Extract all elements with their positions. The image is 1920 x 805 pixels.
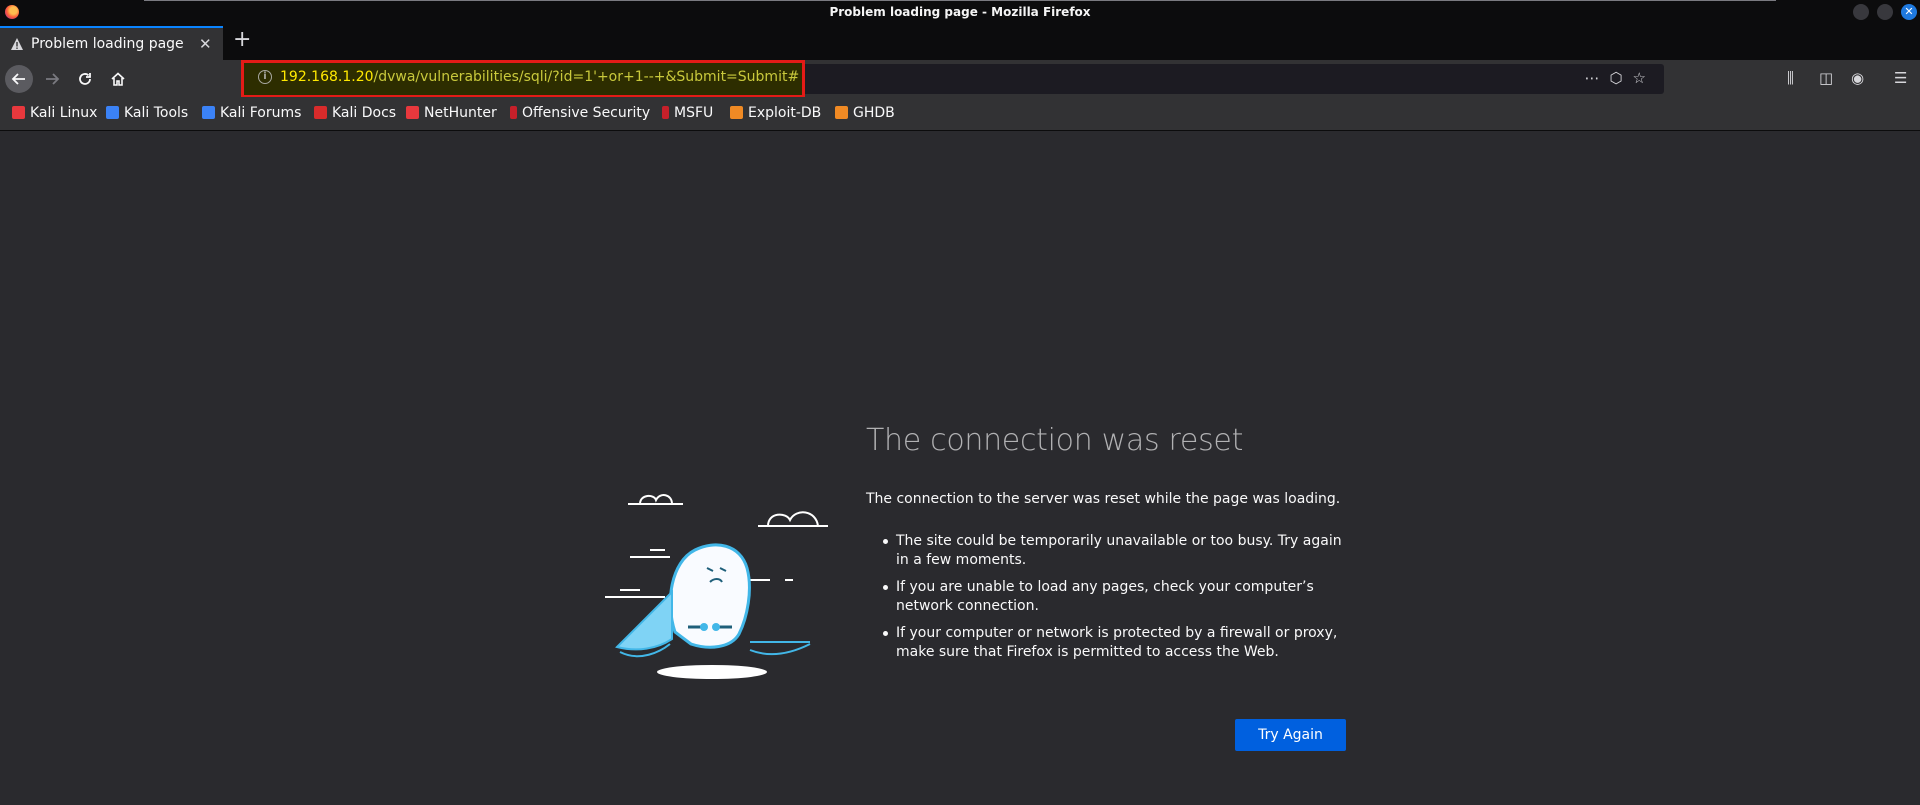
bookmark-ghdb[interactable]: GHDB — [835, 105, 895, 121]
bookmark-nethunter[interactable]: NetHunter — [406, 105, 497, 121]
offsec-icon — [510, 106, 517, 119]
error-description: The connection to the server was reset w… — [866, 491, 1341, 507]
page-actions: ⋯⬡☆ — [1584, 69, 1656, 87]
error-title: The connection was reset — [866, 423, 1244, 458]
url-text[interactable]: 192.168.1.20/dvwa/vulnerabilities/sqli/?… — [280, 69, 799, 85]
error-suggestions: The site could be temporarily unavailabl… — [866, 532, 1356, 670]
title-bar-divider — [144, 0, 1776, 1]
title-bar: Problem loading page - Mozilla Firefox ✕ — [0, 0, 1920, 24]
kali-tools-icon — [106, 106, 119, 119]
close-tab-icon[interactable]: ✕ — [199, 35, 212, 53]
ghdb-spider-icon — [835, 106, 848, 119]
msfu-icon — [662, 106, 669, 119]
bookmark-msfu[interactable]: MSFU — [662, 105, 713, 121]
bookmark-kali-linux[interactable]: Kali Linux — [12, 105, 97, 121]
kali-dragon-icon — [12, 106, 25, 119]
account-icon[interactable]: ◉ — [1851, 69, 1864, 87]
warning-icon — [11, 38, 23, 50]
list-item: The site could be temporarily unavailabl… — [866, 532, 1356, 570]
forward-arrow-icon — [46, 73, 60, 85]
bookmark-kali-forums[interactable]: Kali Forums — [202, 105, 301, 121]
forward-button[interactable] — [38, 65, 66, 93]
back-arrow-icon — [11, 73, 25, 85]
url-host: 192.168.1.20 — [280, 69, 374, 85]
bookmark-offensive-security[interactable]: Offensive Security — [510, 105, 650, 121]
kali-forums-icon — [202, 106, 215, 119]
try-again-button[interactable]: Try Again — [1235, 719, 1346, 751]
kali-docs-icon — [314, 106, 327, 119]
reload-button[interactable] — [71, 65, 99, 93]
list-item: If you are unable to load any pages, che… — [866, 578, 1356, 616]
bookmarks-toolbar: Kali Linux Kali Tools Kali Forums Kali D… — [0, 97, 1920, 131]
menu-icon[interactable]: ☰ — [1894, 69, 1907, 87]
url-path: /dvwa/vulnerabilities/sqli/?id=1'+or+1--… — [373, 69, 800, 85]
tab-strip: Problem loading page ✕ + — [0, 24, 1920, 60]
list-item: If your computer or network is protected… — [866, 624, 1356, 662]
navigation-toolbar: ⋯⬡☆ i 192.168.1.20/dvwa/vulnerabilities/… — [0, 60, 1920, 98]
dinosaur-illustration — [605, 494, 828, 679]
home-icon — [111, 72, 125, 86]
home-button[interactable] — [104, 65, 132, 93]
tab-title: Problem loading page — [31, 36, 184, 52]
page-actions-menu-icon[interactable]: ⋯ — [1584, 69, 1609, 87]
window-title: Problem loading page - Mozilla Firefox — [829, 5, 1091, 19]
minimize-button[interactable] — [1853, 4, 1869, 20]
pocket-icon[interactable]: ⬡ — [1609, 69, 1632, 87]
back-button[interactable] — [5, 65, 33, 93]
bookmark-star-icon[interactable]: ☆ — [1633, 69, 1656, 87]
site-info-icon[interactable]: i — [258, 70, 272, 84]
error-page: The connection was reset The connection … — [0, 132, 1920, 805]
bookmark-kali-docs[interactable]: Kali Docs — [314, 105, 396, 121]
close-window-button[interactable]: ✕ — [1901, 4, 1917, 20]
bookmark-exploit-db[interactable]: Exploit-DB — [730, 105, 821, 121]
bookmark-kali-tools[interactable]: Kali Tools — [106, 105, 188, 121]
reload-icon — [79, 73, 91, 85]
url-highlight-box: i 192.168.1.20/dvwa/vulnerabilities/sqli… — [241, 60, 805, 98]
tab-problem-loading[interactable]: Problem loading page ✕ — [0, 26, 223, 60]
library-icon[interactable]: ⫼ — [1787, 69, 1794, 87]
new-tab-button[interactable]: + — [233, 27, 251, 52]
sidebar-icon[interactable]: ◫ — [1819, 69, 1833, 87]
exploit-db-spider-icon — [730, 106, 743, 119]
maximize-button[interactable] — [1877, 4, 1893, 20]
nethunter-icon — [406, 106, 419, 119]
